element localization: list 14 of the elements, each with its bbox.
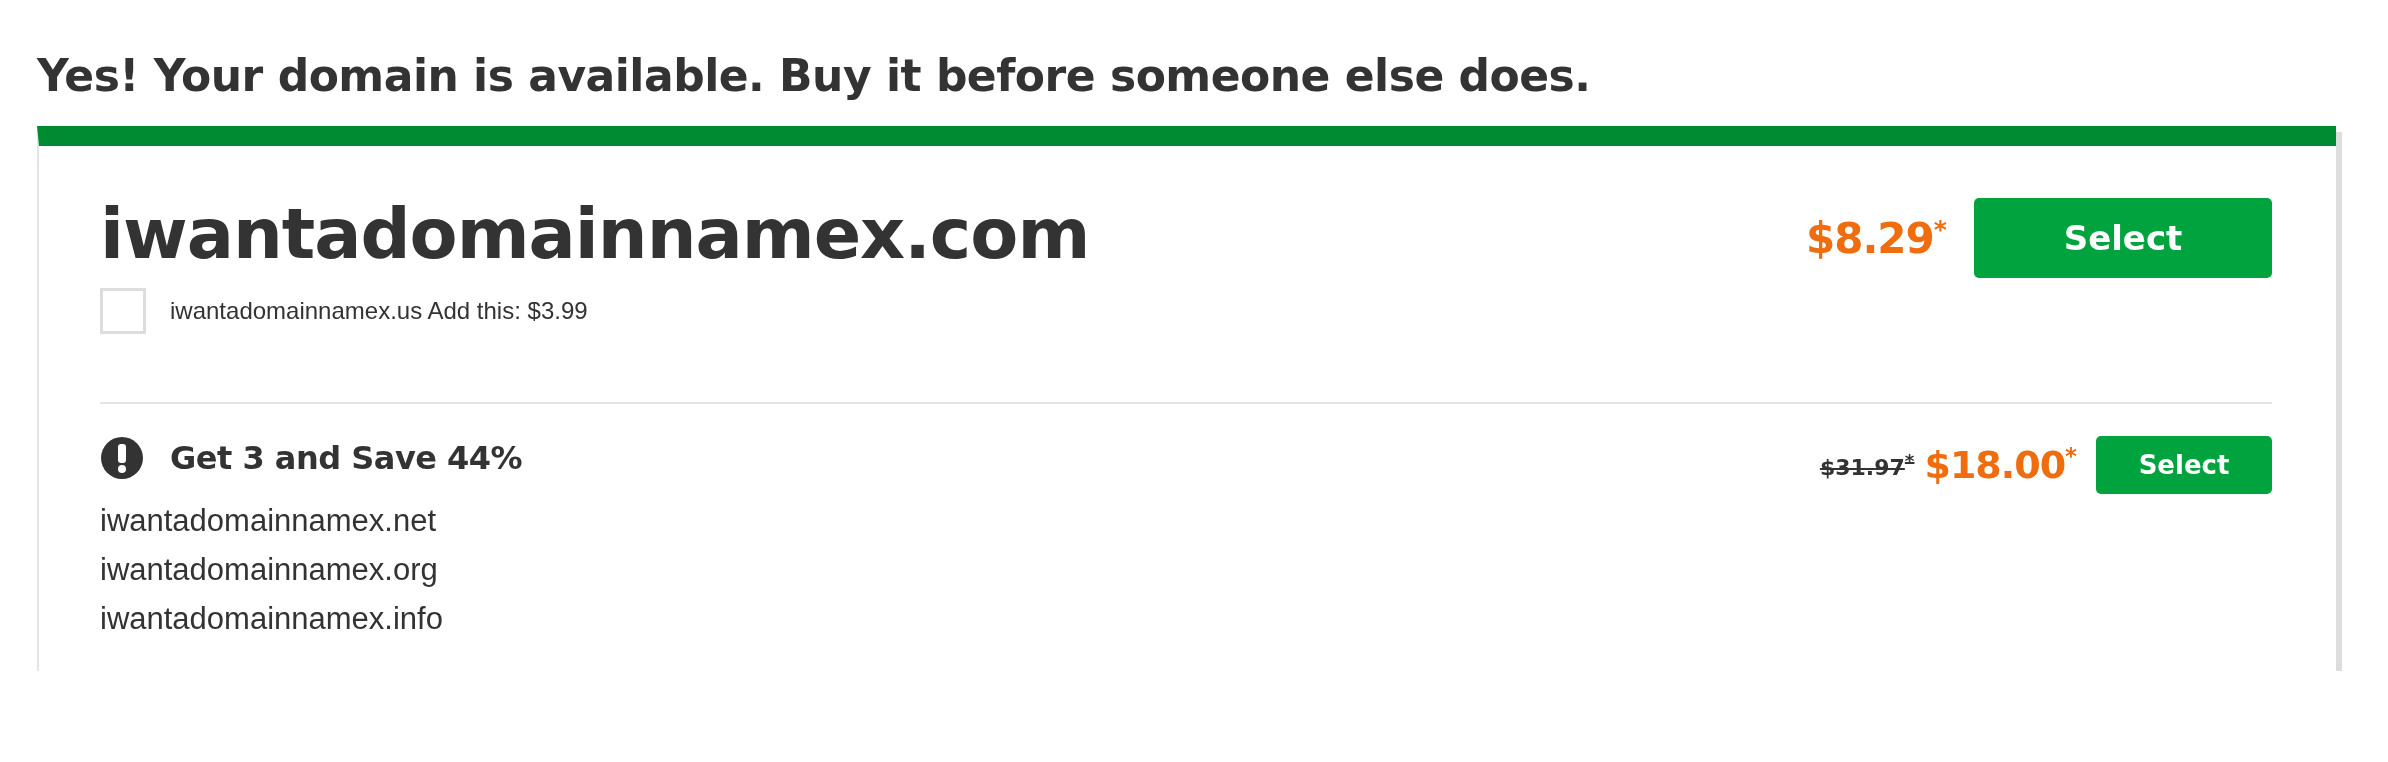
- bundle-domain: iwantadomainnamex.info: [100, 600, 443, 638]
- bundle-price: $18.00$^{*}$: [1924, 443, 2076, 487]
- exclamation-icon: [100, 436, 144, 480]
- select-button[interactable]: Select: [1974, 198, 2272, 278]
- addon-label: iwantadomainnamex.us Add this: $3.99: [170, 297, 588, 325]
- bundle-domain: iwantadomainnamex.net: [100, 502, 437, 540]
- bundle-domain: iwantadomainnamex.org: [100, 551, 438, 589]
- old-price: $31.97$^{*}$: [1819, 449, 1915, 481]
- addon-checkbox[interactable]: [100, 288, 146, 334]
- bundle-title: Get 3 and Save 44%: [170, 439, 523, 477]
- price: $8.29$^{*}$: [1805, 213, 1946, 263]
- headline: Yes! Your domain is available. Buy it before someone else does.: [37, 49, 1591, 103]
- domain-name: iwantadomainnamex.com: [100, 194, 1090, 274]
- select-button[interactable]: Select: [2096, 436, 2272, 494]
